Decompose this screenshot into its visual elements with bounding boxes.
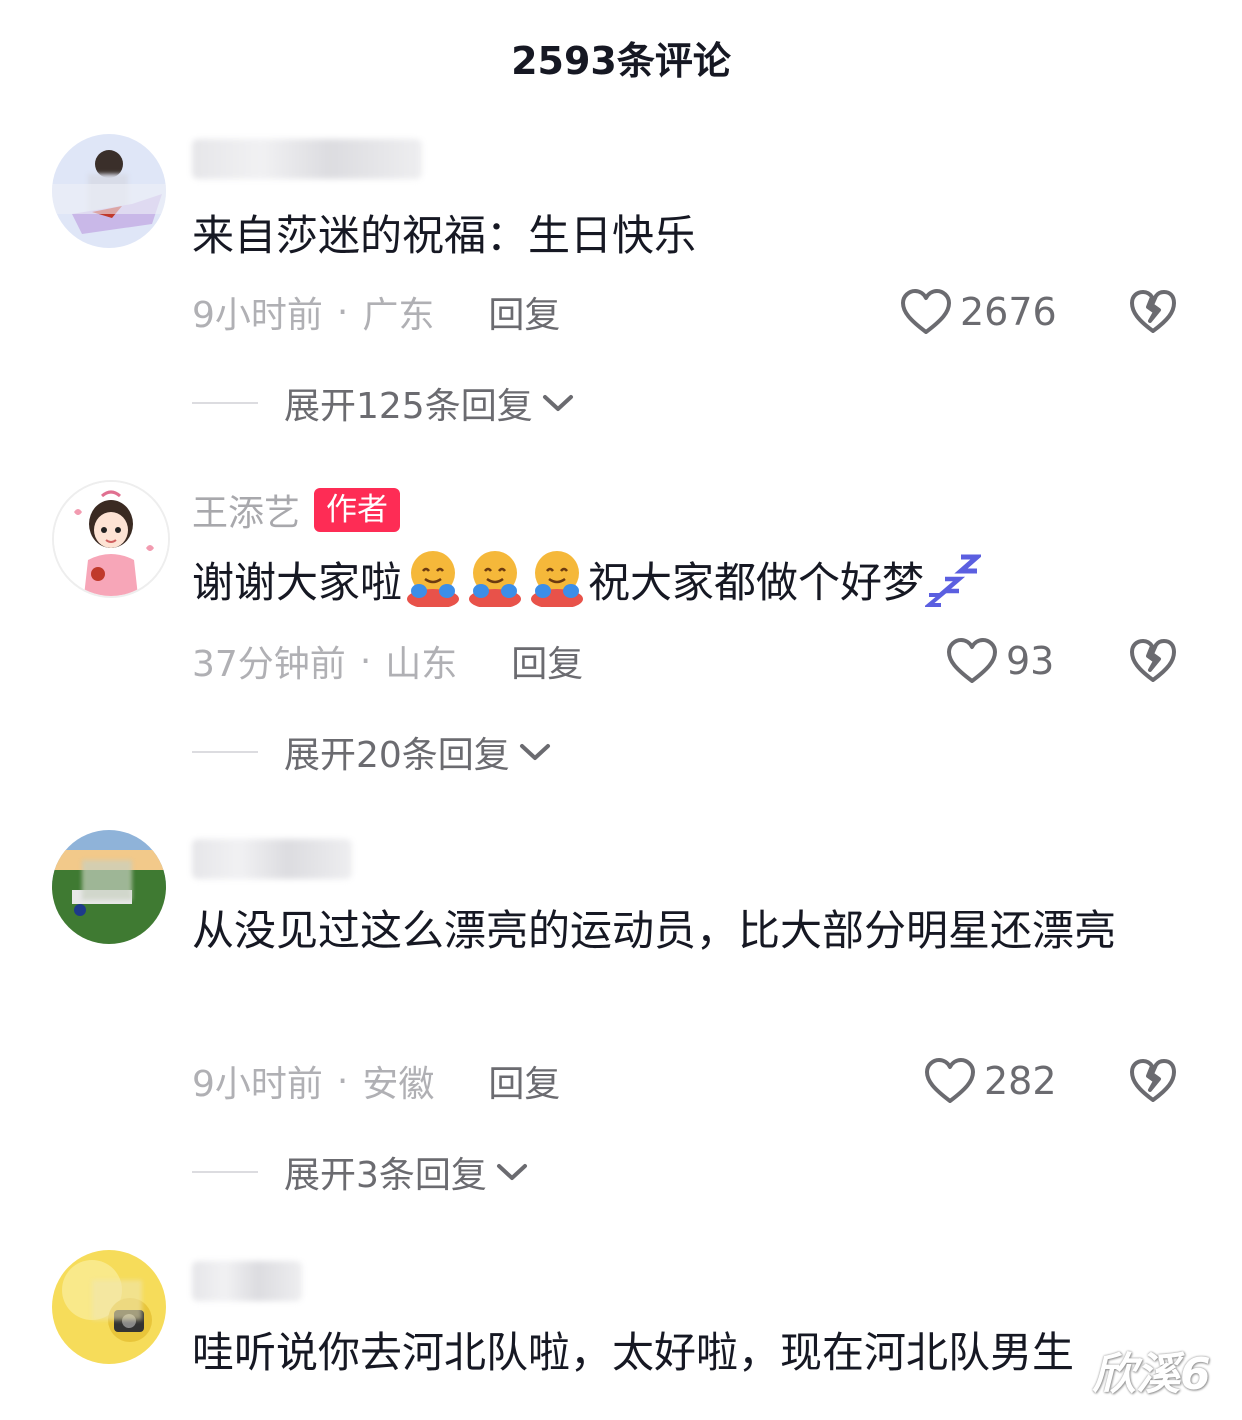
zzz-sleep-icon [925, 554, 982, 607]
like-count: 2676 [960, 290, 1057, 334]
broken-heart-icon[interactable] [1128, 636, 1178, 686]
expand-label: 展开125条回复 [284, 386, 533, 427]
separator-dot: · [359, 640, 372, 682]
separator-dot: · [336, 1060, 349, 1102]
expand-replies-button[interactable]: 展开125条回复 [192, 378, 575, 428]
like-button[interactable]: 93 [946, 636, 1054, 686]
comment-time: 37分钟前 [192, 644, 346, 685]
heart-icon [947, 638, 997, 683]
divider [192, 1171, 258, 1173]
reply-button[interactable]: 回复 [511, 635, 583, 687]
hugging-face-emoji-icon [531, 551, 584, 607]
divider [192, 751, 258, 753]
comment-time: 9小时前 [192, 1064, 323, 1105]
watermark: 欣溪6 [1092, 1349, 1211, 1400]
username-text: 王添艺 [192, 493, 301, 534]
comment-text: 谢谢大家啦 祝大家都做个好梦 [192, 546, 1192, 620]
comment-location: 安徽 [362, 1064, 435, 1105]
broken-heart-icon[interactable] [1128, 1056, 1178, 1106]
expand-replies-button[interactable]: 展开20条回复 [192, 727, 552, 777]
username[interactable] [192, 134, 422, 184]
comment-meta: 9小时前 · 安徽 回复 [192, 1056, 560, 1106]
broken-heart-icon[interactable] [1128, 287, 1178, 337]
comment-meta: 9小时前 · 广东 回复 [192, 287, 560, 337]
username[interactable] [192, 834, 352, 884]
chevron-down-icon [542, 395, 573, 411]
hugging-face-emoji-icon [469, 551, 522, 607]
username[interactable]: 王添艺 作者 [192, 485, 401, 535]
username[interactable] [192, 1256, 302, 1306]
blurred-username [192, 1261, 302, 1301]
comment-location: 山东 [385, 644, 458, 685]
like-button[interactable]: 282 [924, 1056, 1057, 1106]
comment-text: 从没见过这么漂亮的运动员，比大部分明星还漂亮 [192, 906, 1117, 955]
comment-text: 来自莎迷的祝福：生日快乐 [192, 211, 697, 260]
avatar[interactable] [52, 134, 166, 248]
heart-icon [925, 1058, 975, 1103]
heart-icon [901, 289, 951, 334]
avatar[interactable] [52, 1250, 166, 1364]
chevron-down-icon [519, 744, 550, 760]
comment-meta: 37分钟前 · 山东 回复 [192, 636, 583, 686]
divider [192, 402, 258, 404]
comment-time: 9小时前 [192, 295, 323, 336]
avatar[interactable] [52, 830, 166, 944]
chevron-down-icon [496, 1164, 527, 1180]
expand-replies-button[interactable]: 展开3条回复 [192, 1147, 529, 1197]
hugging-face-emoji-icon [407, 551, 460, 607]
comment-text-tail: 祝大家都做个好梦 [588, 558, 925, 607]
comment-location: 广东 [362, 295, 435, 336]
avatar[interactable] [52, 480, 170, 598]
page-title: 2593条评论 [511, 39, 731, 83]
blurred-username [192, 139, 422, 179]
like-button[interactable]: 2676 [900, 287, 1057, 337]
blurred-username [192, 839, 352, 879]
expand-label: 展开20条回复 [284, 735, 510, 776]
comment-text-head: 谢谢大家啦 [192, 558, 403, 607]
reply-button[interactable]: 回复 [488, 1055, 560, 1107]
expand-label: 展开3条回复 [284, 1155, 487, 1196]
separator-dot: · [336, 291, 349, 333]
reply-button[interactable]: 回复 [488, 286, 560, 338]
comment-text: 哇听说你去河北队啦，太好啦，现在河北队男生 [192, 1328, 1075, 1377]
like-count: 93 [1006, 639, 1055, 683]
like-count: 282 [984, 1059, 1057, 1103]
author-badge: 作者 [314, 488, 401, 532]
